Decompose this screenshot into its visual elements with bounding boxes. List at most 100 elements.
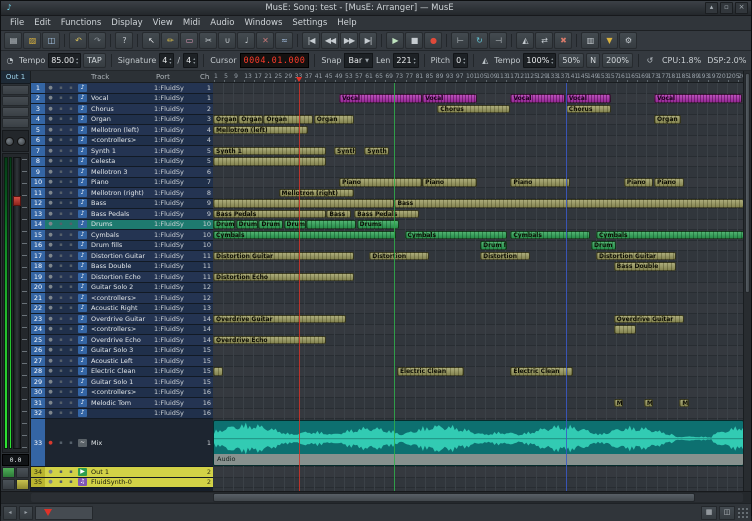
record-arm-icon[interactable]: ●: [45, 95, 56, 101]
arranger-part[interactable]: Distortion Guitar: [596, 252, 676, 261]
record-arm-icon[interactable]: ●: [45, 190, 56, 196]
glue-tool[interactable]: ∪: [218, 32, 236, 49]
input-routes-button[interactable]: [2, 479, 15, 490]
track-port[interactable]: 1:FluidSy: [154, 105, 198, 113]
mute-icon[interactable]: ▪: [56, 158, 66, 164]
record-arm-icon[interactable]: ●: [45, 200, 56, 206]
solo-icon[interactable]: ▪: [66, 379, 76, 385]
solo-icon[interactable]: ▪: [66, 221, 76, 227]
record-arm-icon[interactable]: ●: [45, 211, 56, 217]
settings-button[interactable]: ⚙: [619, 32, 637, 49]
tempo-50-button[interactable]: 50%: [558, 53, 584, 68]
track-port[interactable]: 1:FluidSy: [154, 409, 198, 417]
track-port[interactable]: 1:FluidSy: [154, 220, 198, 228]
song-position-strip[interactable]: [35, 506, 93, 520]
sync-button[interactable]: ⇄: [535, 32, 553, 49]
mute-icon[interactable]: ▪: [56, 263, 66, 269]
mute-icon[interactable]: ▪: [56, 232, 66, 238]
effect-rack-slot[interactable]: [2, 118, 29, 128]
track-row[interactable]: 18●▪▪♪Bass Double1:FluidSy11: [31, 262, 213, 273]
metronome-button[interactable]: ◭: [516, 32, 534, 49]
arranger-part[interactable]: M: [679, 399, 689, 408]
track-row[interactable]: 3●▪▪♪Chorus1:FluidSy2: [31, 104, 213, 115]
pitch-spinbox[interactable]: 0▴▾: [453, 53, 468, 68]
track-row[interactable]: 9●▪▪♪Mellotron 31:FluidSy6: [31, 167, 213, 178]
arranger-part[interactable]: Organ: [213, 115, 238, 124]
menu-item-view[interactable]: View: [148, 18, 178, 28]
track-row[interactable]: 32●▪▪♪1:FluidSy16: [31, 409, 213, 420]
arranger-part[interactable]: Overdrive Guitar: [614, 315, 684, 324]
mute-button[interactable]: [2, 467, 15, 478]
solo-icon[interactable]: ▪: [66, 106, 76, 112]
record-arm-icon[interactable]: ●: [45, 400, 56, 406]
solo-icon[interactable]: ▪: [66, 479, 76, 485]
solo-icon[interactable]: ▪: [66, 85, 76, 91]
mute-icon[interactable]: ▪: [56, 368, 66, 374]
track-port[interactable]: 1:FluidSy: [154, 84, 198, 92]
whats-this-button[interactable]: ?: [115, 32, 133, 49]
record-arm-icon[interactable]: ●: [45, 253, 56, 259]
mute-icon[interactable]: ▪: [56, 295, 66, 301]
track-row[interactable]: 34●▪▪▶Out 12: [31, 467, 213, 478]
arranger-part[interactable]: Overdrive Guitar: [213, 315, 346, 324]
record-arm-icon[interactable]: ●: [45, 284, 56, 290]
mute-icon[interactable]: ▪: [56, 190, 66, 196]
arranger-part[interactable]: Vocal: [422, 94, 477, 103]
track-port[interactable]: 1:FluidSy: [154, 168, 198, 176]
menu-item-help[interactable]: Help: [332, 18, 361, 28]
timeline-ruler[interactable]: 1591317212529333741454953576165697377818…: [213, 71, 743, 83]
track-row[interactable]: 12●▪▪♪Bass1:FluidSy9: [31, 199, 213, 210]
track-row[interactable]: 29●▪▪♪Guitar Solo 11:FluidSy15: [31, 377, 213, 388]
menu-item-audio[interactable]: Audio: [205, 18, 239, 28]
solo-icon[interactable]: ▪: [66, 410, 76, 416]
arranger-part[interactable]: Vocal: [654, 94, 742, 103]
menu-item-edit[interactable]: Edit: [29, 18, 55, 28]
arranger-part[interactable]: Mellotron (left): [213, 126, 308, 135]
arranger-part[interactable]: Cymbals: [596, 231, 743, 240]
record-arm-icon[interactable]: ●: [45, 358, 56, 364]
record-arm-icon[interactable]: ●: [45, 148, 56, 154]
track-port[interactable]: 1:FluidSy: [154, 378, 198, 386]
track-row[interactable]: 23●▪▪♪Overdrive Guitar1:FluidSy14: [31, 314, 213, 325]
arranger-part[interactable]: Cymbals: [405, 231, 508, 240]
mute-icon[interactable]: ▪: [56, 440, 66, 446]
track-row[interactable]: 7●▪▪♪Synth 11:FluidSy5: [31, 146, 213, 157]
arranger-part[interactable]: Vocal: [566, 94, 611, 103]
mute-icon[interactable]: ▪: [56, 116, 66, 122]
mute-icon[interactable]: ▪: [56, 242, 66, 248]
solo-icon[interactable]: ▪: [66, 368, 76, 374]
arranger-part[interactable]: Piano: [422, 178, 477, 187]
record-arm-icon[interactable]: ●: [45, 379, 56, 385]
mute-icon[interactable]: ▪: [56, 379, 66, 385]
vertical-scrollbar[interactable]: [743, 71, 751, 491]
solo-icon[interactable]: ▪: [66, 284, 76, 290]
arranger-part[interactable]: Bass: [326, 210, 351, 219]
track-port[interactable]: 1:FluidSy: [154, 294, 198, 302]
arranger-part[interactable]: Drum: [236, 220, 258, 229]
mute-icon[interactable]: ▪: [56, 347, 66, 353]
arranger-part[interactable]: Distortion: [480, 252, 530, 261]
hscroll-thumb[interactable]: [213, 493, 695, 502]
solo-icon[interactable]: ▪: [66, 358, 76, 364]
mute-icon[interactable]: ▪: [56, 179, 66, 185]
solo-icon[interactable]: ▪: [66, 95, 76, 101]
track-row[interactable]: 11●▪▪♪Mellotron (right)1:FluidSy8: [31, 188, 213, 199]
track-row[interactable]: 33●▪▪~Mix1: [31, 419, 213, 467]
arranger-part[interactable]: [213, 157, 326, 166]
record-arm-icon[interactable]: ●: [45, 337, 56, 343]
arranger-part[interactable]: Drum fills: [480, 241, 507, 250]
mute-icon[interactable]: ▪: [56, 137, 66, 143]
record-arm-icon[interactable]: ●: [45, 169, 56, 175]
mute-icon[interactable]: ▪: [56, 469, 66, 475]
arranger-part[interactable]: Piano: [624, 178, 654, 187]
track-port[interactable]: 1:FluidSy: [154, 262, 198, 270]
track-row[interactable]: 6●▪▪♪<controllers>1:FluidSy4: [31, 136, 213, 147]
track-port[interactable]: 1:FluidSy: [154, 126, 198, 134]
forward-button[interactable]: ▶▶: [340, 32, 358, 49]
arranger-part[interactable]: Distortion Guitar: [213, 252, 354, 261]
stop-button[interactable]: ■: [405, 32, 423, 49]
track-row[interactable]: 13●▪▪♪Bass Pedals1:FluidSy9: [31, 209, 213, 220]
arranger-part[interactable]: [213, 367, 223, 376]
new-song-button[interactable]: ▤: [4, 32, 22, 49]
mute-icon[interactable]: ▪: [56, 305, 66, 311]
